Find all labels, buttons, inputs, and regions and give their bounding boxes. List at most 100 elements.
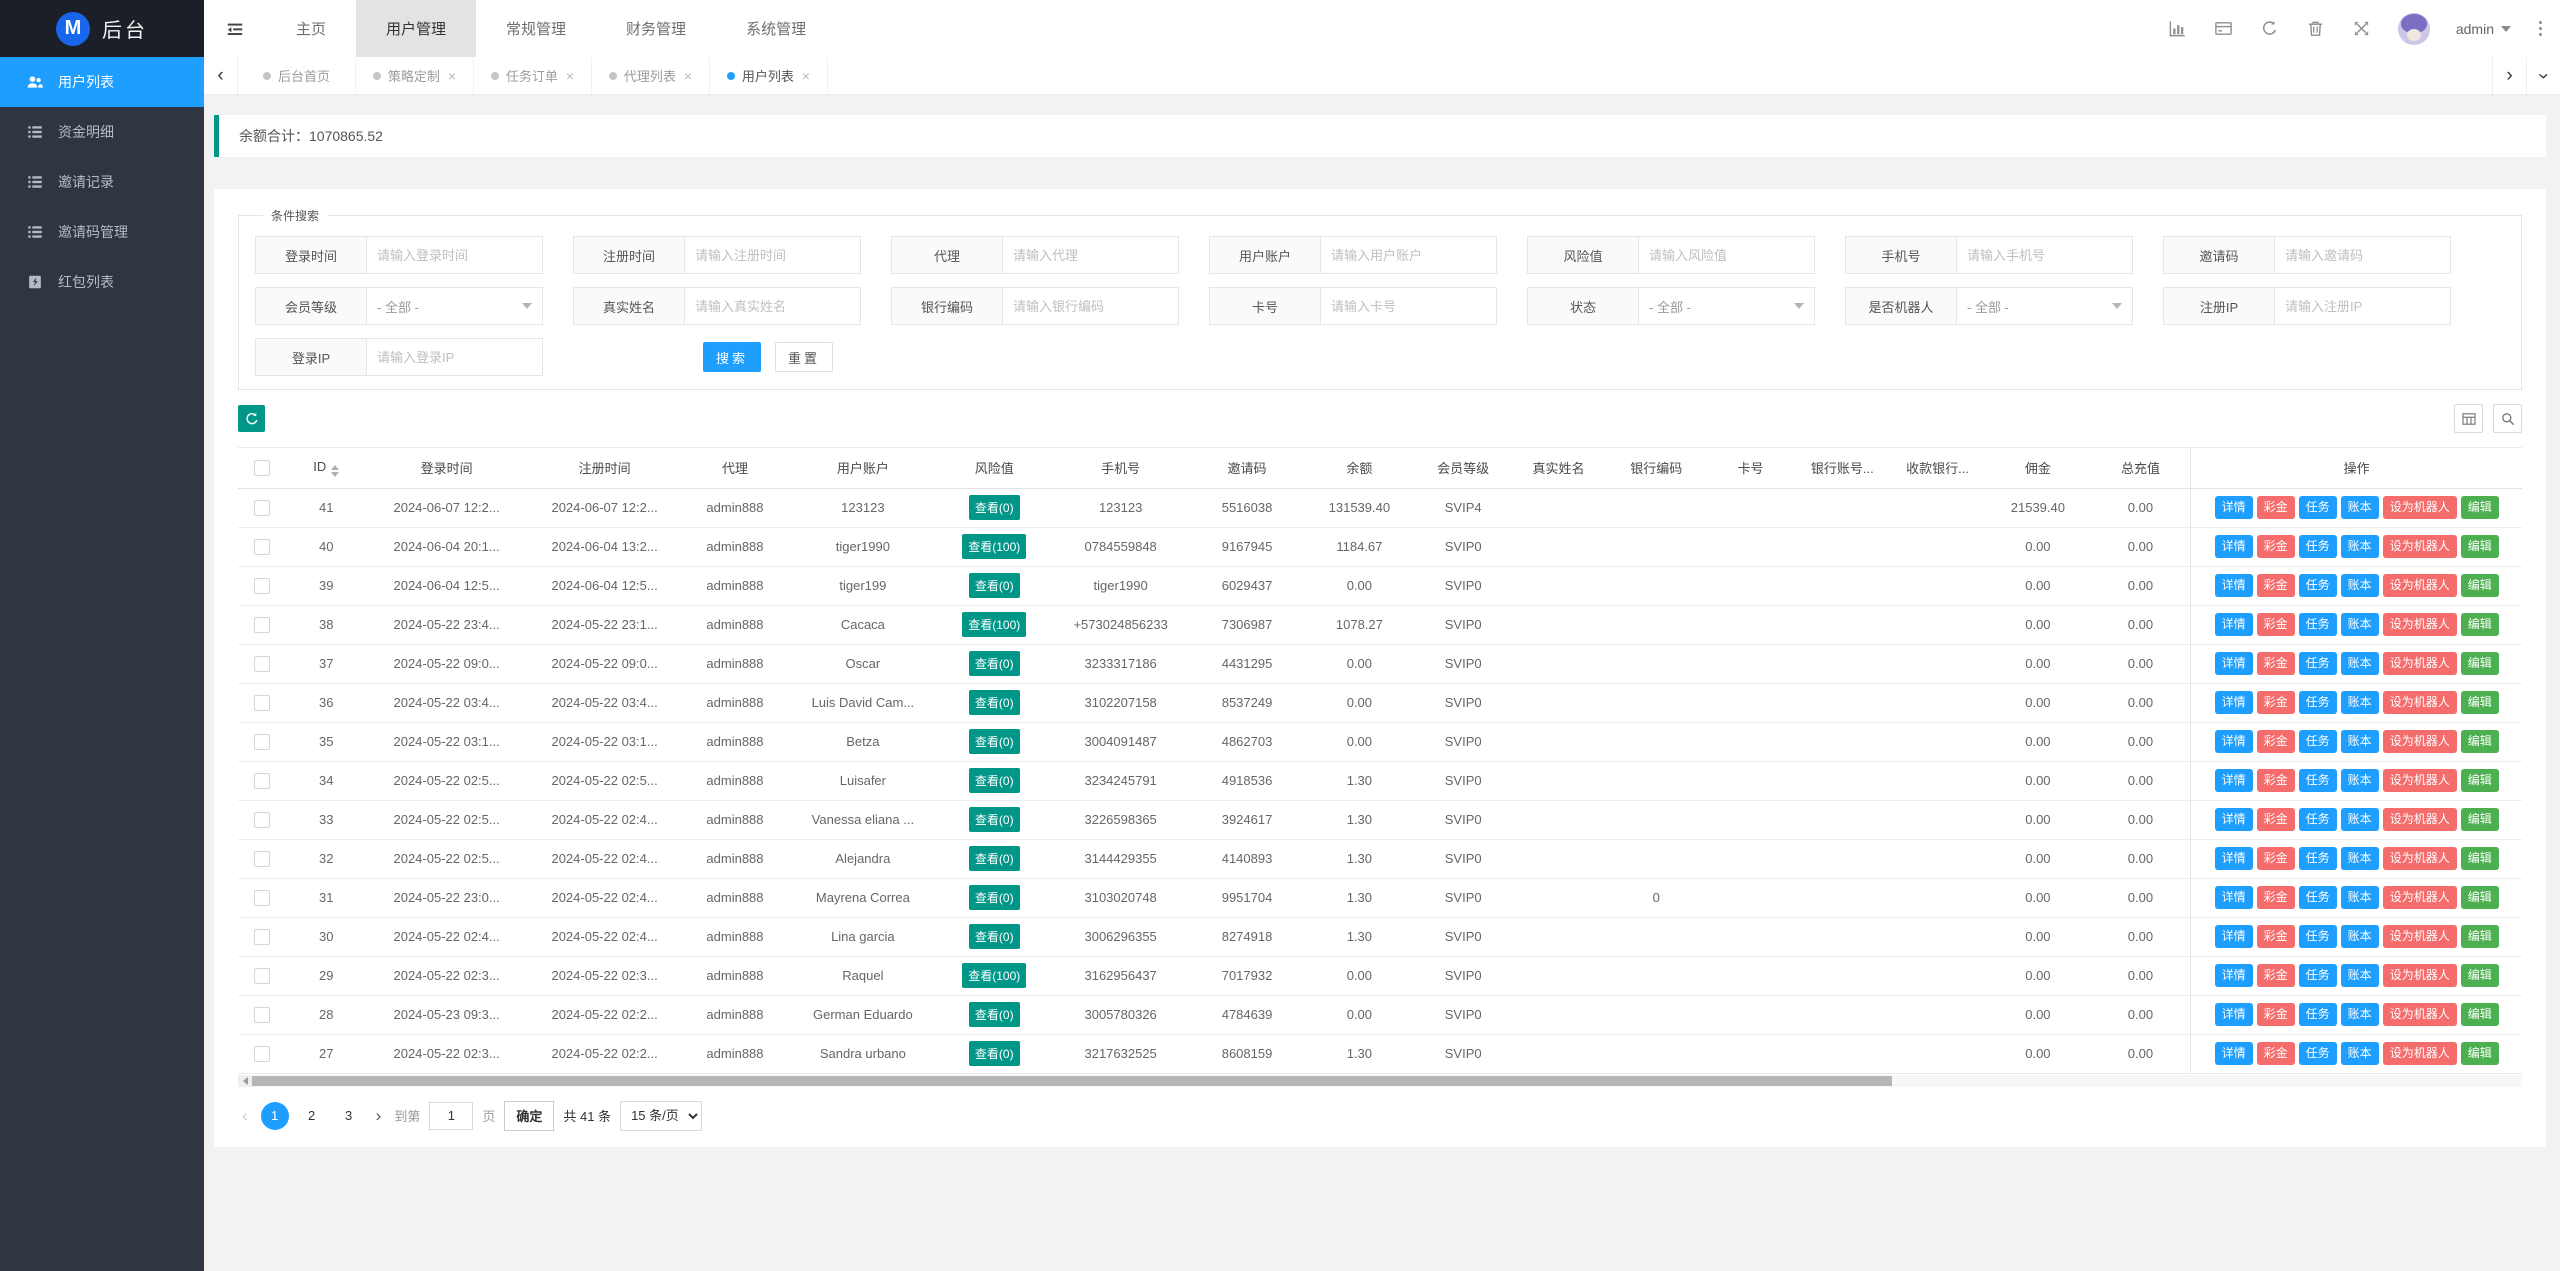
bonus-button[interactable]: 彩金 [2256,535,2295,558]
horizontal-scrollbar[interactable] [238,1074,2522,1087]
detail-button[interactable]: 详情 [2214,847,2253,870]
ledger-button[interactable]: 账本 [2340,1003,2379,1026]
task-button[interactable]: 任务 [2298,886,2337,909]
tabs-menu-icon[interactable]: › [2526,57,2560,94]
set-robot-button[interactable]: 设为机器人 [2382,652,2457,675]
bonus-button[interactable]: 彩金 [2256,847,2295,870]
tab-close-icon[interactable]: × [566,68,574,84]
tabs-scroll-left[interactable]: ‹ [204,57,238,94]
edit-button[interactable]: 编辑 [2460,847,2499,870]
user-account-input[interactable] [1321,236,1497,274]
sidebar-item-3[interactable]: 邀请码管理 [0,207,204,257]
task-button[interactable]: 任务 [2298,808,2337,831]
task-button[interactable]: 任务 [2298,847,2337,870]
bonus-button[interactable]: 彩金 [2256,925,2295,948]
card-no-input[interactable] [1321,287,1497,325]
ledger-button[interactable]: 账本 [2340,769,2379,792]
task-button[interactable]: 任务 [2298,1042,2337,1065]
edit-button[interactable]: 编辑 [2460,535,2499,558]
search-button[interactable]: 搜索 [703,342,762,372]
bonus-button[interactable]: 彩金 [2256,808,2295,831]
bonus-button[interactable]: 彩金 [2256,1042,2295,1065]
ledger-button[interactable]: 账本 [2340,652,2379,675]
task-button[interactable]: 任务 [2298,613,2337,636]
set-robot-button[interactable]: 设为机器人 [2382,496,2457,519]
reset-button[interactable]: 重置 [775,342,834,372]
app-logo[interactable]: M 后台 [0,0,204,57]
edit-button[interactable]: 编辑 [2460,652,2499,675]
detail-button[interactable]: 详情 [2214,925,2253,948]
set-robot-button[interactable]: 设为机器人 [2382,613,2457,636]
row-checkbox[interactable] [254,811,271,828]
detail-button[interactable]: 详情 [2214,535,2253,558]
sidebar-item-4[interactable]: 红包列表 [0,257,204,307]
goto-page-input[interactable] [429,1101,474,1130]
bank-code-input[interactable] [1003,287,1179,325]
risk-view-badge[interactable]: 查看(100) [962,963,1027,988]
task-button[interactable]: 任务 [2298,574,2337,597]
set-robot-button[interactable]: 设为机器人 [2382,886,2457,909]
edit-button[interactable]: 编辑 [2460,808,2499,831]
task-button[interactable]: 任务 [2298,535,2337,558]
ledger-button[interactable]: 账本 [2340,574,2379,597]
risk-view-badge[interactable]: 查看(0) [968,729,1020,754]
edit-button[interactable]: 编辑 [2460,496,2499,519]
detail-button[interactable]: 详情 [2214,886,2253,909]
row-checkbox[interactable] [254,499,271,516]
prev-page-button[interactable]: ‹ [238,1106,252,1126]
detail-button[interactable]: 详情 [2214,652,2253,675]
ledger-button[interactable]: 账本 [2340,964,2379,987]
bonus-button[interactable]: 彩金 [2256,886,2295,909]
edit-button[interactable]: 编辑 [2460,886,2499,909]
sidebar-collapse-icon[interactable] [204,0,266,57]
avatar[interactable] [2397,12,2430,45]
confirm-page-button[interactable]: 确定 [504,1100,555,1131]
edit-button[interactable]: 编辑 [2460,574,2499,597]
row-checkbox[interactable] [254,967,271,984]
row-checkbox[interactable] [254,538,271,555]
ledger-button[interactable]: 账本 [2340,1042,2379,1065]
row-checkbox[interactable] [254,1045,271,1062]
task-button[interactable]: 任务 [2298,496,2337,519]
set-robot-button[interactable]: 设为机器人 [2382,1003,2457,1026]
top-nav-item-0[interactable]: 主页 [266,0,356,57]
edit-button[interactable]: 编辑 [2460,613,2499,636]
member-level-select[interactable]: - 全部 - [367,287,543,325]
bar-chart-icon[interactable] [2168,19,2188,39]
set-robot-button[interactable]: 设为机器人 [2382,769,2457,792]
ledger-button[interactable]: 账本 [2340,925,2379,948]
refresh-table-button[interactable] [238,405,265,432]
ledger-button[interactable]: 账本 [2340,691,2379,714]
edit-button[interactable]: 编辑 [2460,769,2499,792]
detail-button[interactable]: 详情 [2214,613,2253,636]
fullscreen-icon[interactable] [2352,19,2372,39]
phone-input[interactable] [1957,236,2133,274]
tab-close-icon[interactable]: × [802,68,810,84]
row-checkbox[interactable] [254,694,271,711]
set-robot-button[interactable]: 设为机器人 [2382,574,2457,597]
task-button[interactable]: 任务 [2298,652,2337,675]
tab-close-icon[interactable]: × [684,68,692,84]
top-nav-item-3[interactable]: 财务管理 [596,0,716,57]
risk-view-badge[interactable]: 查看(0) [968,924,1020,949]
set-robot-button[interactable]: 设为机器人 [2382,535,2457,558]
row-checkbox[interactable] [254,655,271,672]
detail-button[interactable]: 详情 [2214,691,2253,714]
set-robot-button[interactable]: 设为机器人 [2382,691,2457,714]
tab-3[interactable]: 代理列表 × [592,57,710,94]
page-button-1[interactable]: 1 [260,1101,289,1130]
user-menu[interactable]: admin [2456,21,2511,37]
set-robot-button[interactable]: 设为机器人 [2382,808,2457,831]
edit-button[interactable]: 编辑 [2460,730,2499,753]
bonus-button[interactable]: 彩金 [2256,730,2295,753]
detail-button[interactable]: 详情 [2214,808,2253,831]
risk-view-badge[interactable]: 查看(0) [968,495,1020,520]
detail-button[interactable]: 详情 [2214,964,2253,987]
bonus-button[interactable]: 彩金 [2256,496,2295,519]
detail-button[interactable]: 详情 [2214,769,2253,792]
bonus-button[interactable]: 彩金 [2256,769,2295,792]
real-name-input[interactable] [685,287,861,325]
ledger-button[interactable]: 账本 [2340,886,2379,909]
ledger-button[interactable]: 账本 [2340,847,2379,870]
row-checkbox[interactable] [254,850,271,867]
